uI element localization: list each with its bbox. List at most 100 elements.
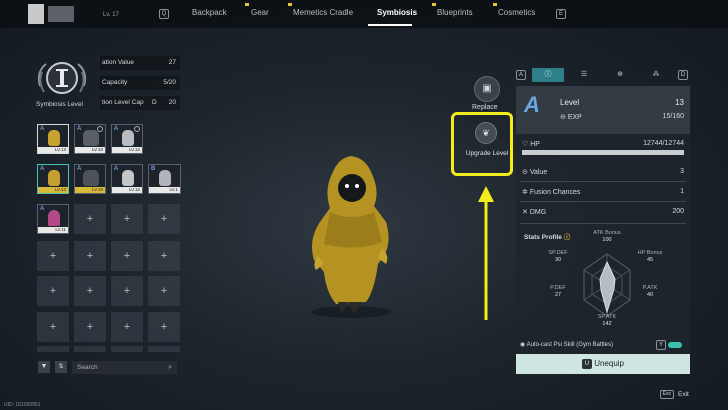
deviant-slot[interactable]: A LV.13 <box>37 124 69 154</box>
radar-hp-bonus: HP Bonus 45 <box>637 250 663 263</box>
tab-traits[interactable]: ⁂ <box>640 68 672 82</box>
symbiosis-level-emblem-icon <box>37 62 87 94</box>
radar-spatk: SP.ATK 142 <box>597 314 617 327</box>
info-icon: ⓘ <box>544 71 552 78</box>
upgrade-level-label: Upgrade Level <box>465 150 509 157</box>
triangle-nodes-icon: ⁂ <box>652 71 660 78</box>
tab-info[interactable]: ⓘ <box>532 68 564 82</box>
divider <box>520 201 686 202</box>
deviant-slot[interactable]: A LV.10 <box>74 164 106 194</box>
stat-row-value: ation Value 27 <box>100 56 180 70</box>
replace-button[interactable]: ▣ <box>474 76 500 102</box>
grade-badge: A <box>524 92 540 117</box>
deviant-portrait <box>48 170 60 186</box>
tab-alert-icon <box>288 3 292 6</box>
empty-slot[interactable]: + <box>74 276 106 306</box>
value-icon: ⊝ <box>522 169 528 176</box>
upgrade-level-button[interactable]: ❦ <box>475 122 497 144</box>
empty-slot[interactable]: + <box>37 241 69 271</box>
divider <box>520 223 686 224</box>
level-label: Level <box>560 98 580 107</box>
empty-slot[interactable]: + <box>74 312 106 342</box>
empty-slot[interactable] <box>148 346 180 352</box>
tab-cosmetics[interactable]: Cosmetics <box>498 8 535 17</box>
tab-skills[interactable]: ⊕ <box>604 68 636 82</box>
tab-memetics-cradle[interactable]: Memetics Cradle <box>293 8 353 17</box>
tab-alert-icon <box>245 3 249 6</box>
hp-value: 12744/12744 <box>643 140 684 147</box>
empty-slot[interactable]: + <box>74 241 106 271</box>
active-tab-indicator <box>368 24 412 26</box>
replace-label: Replace <box>472 104 498 111</box>
level-value: 13 <box>675 98 684 107</box>
empty-slot[interactable]: + <box>37 276 69 306</box>
exit-label[interactable]: Exit <box>678 391 689 398</box>
empty-slot[interactable]: + <box>111 276 143 306</box>
player-avatar[interactable] <box>28 4 44 24</box>
esc-key[interactable]: Esc <box>660 390 674 399</box>
target-icon: ⊕ <box>617 71 623 78</box>
tab-alert-icon <box>432 3 436 6</box>
equipped-badge-icon <box>134 126 140 132</box>
player-uid: UID: 151093951 <box>4 402 41 408</box>
tab-alert-icon <box>493 3 497 6</box>
empty-slot[interactable]: + <box>148 276 180 306</box>
deviant-slot[interactable]: A LV.11 <box>37 204 69 234</box>
fusion-row: ✲ Fusion Chances 1 <box>522 188 684 196</box>
tab-backpack[interactable]: Backpack <box>192 8 227 17</box>
deviant-slot[interactable]: A LV.12 <box>111 164 143 194</box>
next-detail-tab-key[interactable]: D <box>678 70 688 80</box>
autocast-toggle[interactable] <box>668 342 682 348</box>
exp-value: 15/160 <box>662 113 684 120</box>
butterfly-icon: ❦ <box>482 128 490 138</box>
deviant-slot[interactable]: A LV.12 <box>111 124 143 154</box>
exp-label: ⊖ EXP <box>560 114 582 121</box>
stats-radar-chart: ATK Bonus 100 HP Bonus 45 P.ATK 40 SP.ATK 14… <box>530 230 684 334</box>
deviant-slot[interactable]: B LV.1 <box>148 164 181 194</box>
stat-value: 27 <box>168 59 176 66</box>
autocast-key[interactable]: Y <box>656 340 666 350</box>
empty-slot[interactable]: + <box>37 312 69 342</box>
next-tab-key[interactable]: E <box>556 9 566 19</box>
empty-slot[interactable]: + <box>111 204 143 234</box>
search-input[interactable]: Search ⌕ <box>72 361 177 374</box>
arrow-up-icon <box>478 186 494 320</box>
tab-blueprints[interactable]: Blueprints <box>437 8 473 17</box>
hp-bar <box>522 150 684 155</box>
empty-slot[interactable]: + <box>148 312 180 342</box>
stat-value: 20 <box>168 99 176 106</box>
prev-tab-key[interactable]: Q <box>159 9 169 19</box>
deviant-slot[interactable]: A LV.10 <box>74 124 106 154</box>
empty-slot[interactable]: + <box>148 241 180 271</box>
level-cap-key[interactable]: D <box>152 96 157 110</box>
empty-slot[interactable] <box>111 346 143 352</box>
deviant-portrait <box>159 170 171 186</box>
tab-list[interactable]: ☰ <box>568 68 600 82</box>
prev-detail-tab-key[interactable]: A <box>516 70 526 80</box>
empty-slot[interactable] <box>74 346 106 352</box>
hp-label: ♡ HP <box>522 141 540 148</box>
radar-pdef: P.DEF 27 <box>550 285 566 298</box>
tab-gear[interactable]: Gear <box>251 8 269 17</box>
filter-icon[interactable]: ▼ <box>38 361 50 373</box>
symbiosis-level-label: Symbiosis Level <box>36 101 83 108</box>
unequip-button[interactable]: U Unequip <box>516 354 690 374</box>
sort-icon[interactable]: ⇅ <box>55 361 67 373</box>
autocast-icon: ◉ <box>520 342 526 348</box>
value-row: ⊝ Value 3 <box>522 168 684 176</box>
radar-patk: P.ATK 40 <box>642 285 658 298</box>
detail-header <box>516 86 690 134</box>
empty-slot[interactable]: + <box>111 241 143 271</box>
deviant-portrait <box>48 210 60 226</box>
empty-slot[interactable] <box>37 346 69 352</box>
unequip-key: U <box>581 358 592 369</box>
player-name-redacted <box>48 6 74 22</box>
empty-slot[interactable]: + <box>148 204 180 234</box>
divider <box>520 181 686 182</box>
list-icon: ☰ <box>580 71 588 78</box>
deviant-slot[interactable]: A LV.13 <box>37 164 69 194</box>
empty-slot[interactable]: + <box>74 204 106 234</box>
empty-slot[interactable]: + <box>111 312 143 342</box>
tab-symbiosis[interactable]: Symbiosis <box>377 8 417 17</box>
stat-row-level-cap: tion Level Cap D 20 <box>100 96 180 110</box>
